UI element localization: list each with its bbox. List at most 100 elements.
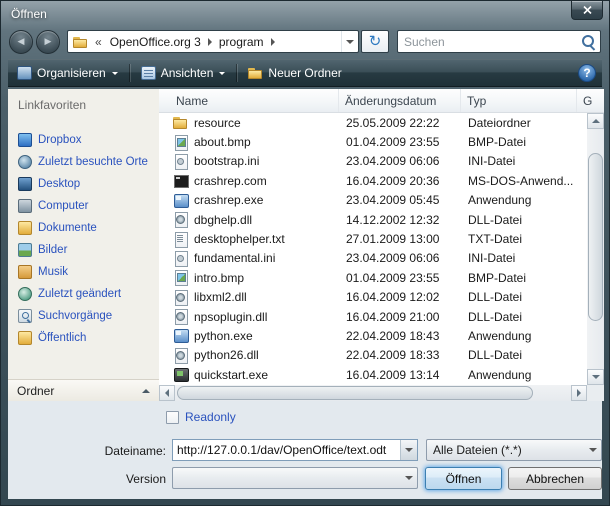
sidebar-item-public[interactable]: Öffentlich — [8, 327, 159, 349]
scroll-right-button[interactable] — [571, 385, 587, 401]
sidebar-item-dropbox[interactable]: Dropbox — [8, 129, 159, 151]
file-date: 01.04.2009 23:55 — [340, 135, 462, 149]
file-row[interactable]: crashrep.com 16.04.2009 20:36 MS-DOS-Anw… — [159, 171, 587, 190]
search-icon[interactable] — [578, 32, 600, 52]
breadcrumb[interactable]: « OpenOffice.org 3 program — [67, 30, 359, 53]
breadcrumb-item-openoffice[interactable]: OpenOffice.org 3 — [105, 35, 206, 49]
breadcrumb-item-program[interactable]: program — [214, 35, 269, 49]
new-folder-icon — [248, 66, 263, 80]
scroll-left-button[interactable] — [159, 385, 175, 401]
exe-file-icon — [173, 328, 188, 343]
sidebar-item-documents[interactable]: Dokumente — [8, 217, 159, 239]
file-date: 23.04.2009 05:45 — [340, 193, 462, 207]
forward-button[interactable]: ▶ — [36, 30, 60, 54]
new-folder-button[interactable]: Neuer Ordner — [239, 61, 350, 85]
file-row[interactable]: python26.dll 22.04.2009 18:33 DLL-Datei — [159, 346, 587, 365]
file-row[interactable]: resource 25.05.2009 22:22 Dateiordner — [159, 113, 587, 132]
sidebar-item-recent-places[interactable]: Zuletzt besuchte Orte — [8, 151, 159, 173]
file-date: 23.04.2009 06:06 — [340, 251, 462, 265]
address-dropdown-button[interactable] — [341, 31, 358, 52]
open-button[interactable]: Öffnen — [425, 467, 502, 490]
titlebar[interactable]: Öffnen — [1, 1, 609, 27]
quickstart-exe-icon — [173, 367, 188, 382]
file-name: libxml2.dll — [194, 290, 340, 304]
column-headers: Name Änderungsdatum Typ G — [159, 89, 604, 113]
filetype-value: Alle Dateien (*.*) — [427, 443, 584, 457]
file-type: DLL-Datei — [462, 213, 587, 227]
vertical-scroll-thumb[interactable] — [588, 153, 603, 321]
breadcrumb-separator-icon — [208, 38, 212, 46]
file-row[interactable]: desktophelper.txt 27.01.2009 13:00 TXT-D… — [159, 229, 587, 248]
chevron-up-icon — [142, 389, 150, 393]
version-dropdown-button[interactable] — [400, 468, 417, 488]
sidebar-item-computer[interactable]: Computer — [8, 195, 159, 217]
desktop-icon — [18, 177, 32, 191]
file-type: INI-Datei — [462, 154, 587, 168]
version-dropdown[interactable] — [172, 467, 418, 489]
file-row[interactable]: python.exe 22.04.2009 18:43 Anwendung — [159, 326, 587, 345]
search-input[interactable] — [398, 35, 578, 49]
organize-button[interactable]: Organisieren — [8, 61, 127, 85]
sidebar-item-desktop[interactable]: Desktop — [8, 173, 159, 195]
recent-places-icon — [18, 155, 32, 169]
vertical-scrollbar[interactable] — [587, 113, 604, 385]
file-type: Anwendung — [462, 368, 587, 382]
column-header-size[interactable]: G — [577, 89, 604, 112]
bmp-file-icon — [173, 135, 188, 150]
horizontal-scrollbar[interactable] — [159, 385, 587, 401]
file-row[interactable]: intro.bmp 01.04.2009 23:55 BMP-Datei — [159, 268, 587, 287]
cancel-button[interactable]: Abbrechen — [508, 467, 602, 490]
views-label: Ansichten — [161, 66, 214, 80]
back-button[interactable]: ◀ — [9, 30, 33, 54]
column-header-name[interactable]: Name — [159, 89, 339, 112]
sidebar-item-searches[interactable]: Suchvorgänge — [8, 305, 159, 327]
file-name: bootstrap.ini — [194, 154, 340, 168]
arrow-right-icon — [577, 389, 581, 397]
file-row[interactable]: libxml2.dll 16.04.2009 12:02 DLL-Datei — [159, 288, 587, 307]
sidebar-item-pictures[interactable]: Bilder — [8, 239, 159, 261]
file-row[interactable]: crashrep.exe 23.04.2009 05:45 Anwendung — [159, 191, 587, 210]
file-row[interactable]: dbghelp.dll 14.12.2002 12:32 DLL-Datei — [159, 210, 587, 229]
file-row[interactable]: fundamental.ini 23.04.2009 06:06 INI-Dat… — [159, 249, 587, 268]
refresh-button[interactable]: ↻ — [361, 30, 389, 53]
toolbar-separator — [129, 64, 130, 82]
views-button[interactable]: Ansichten — [132, 61, 235, 85]
filename-dropdown-button[interactable] — [400, 440, 417, 460]
help-icon: ? — [583, 66, 590, 80]
file-type: BMP-Datei — [462, 135, 587, 149]
file-date: 16.04.2009 21:00 — [340, 310, 462, 324]
txt-file-icon — [173, 232, 188, 247]
column-header-date[interactable]: Änderungsdatum — [339, 89, 461, 112]
scroll-up-button[interactable] — [587, 113, 604, 129]
file-name: quickstart.exe — [194, 368, 340, 382]
organize-icon — [17, 66, 32, 80]
scroll-down-button[interactable] — [587, 369, 604, 385]
sidebar-item-recently-changed[interactable]: Zuletzt geändert — [8, 283, 159, 305]
sidebar-item-music[interactable]: Musik — [8, 261, 159, 283]
filename-input[interactable] — [173, 440, 400, 460]
computer-icon — [18, 199, 32, 213]
folders-expander[interactable]: Ordner — [8, 379, 159, 401]
file-row[interactable]: about.bmp 01.04.2009 23:55 BMP-Datei — [159, 132, 587, 151]
favorites-list: Dropbox Zuletzt besuchte Orte Desktop Co… — [8, 129, 159, 349]
column-header-type[interactable]: Typ — [461, 89, 577, 112]
sidebar-item-label: Computer — [38, 200, 89, 212]
filetype-dropdown[interactable]: Alle Dateien (*.*) — [426, 439, 602, 461]
help-button[interactable]: ? — [578, 64, 596, 82]
collapsed-crumbs-chevron[interactable]: « — [92, 35, 105, 49]
horizontal-scroll-thumb[interactable] — [177, 386, 533, 400]
file-row[interactable]: quickstart.exe 16.04.2009 13:14 Anwendun… — [159, 365, 587, 384]
sidebar-item-label: Musik — [38, 266, 68, 278]
close-button[interactable] — [571, 1, 603, 20]
file-list: Name Änderungsdatum Typ G resource 25.05… — [159, 89, 604, 401]
file-row[interactable]: bootstrap.ini 23.04.2009 06:06 INI-Datei — [159, 152, 587, 171]
searches-icon — [18, 309, 32, 323]
file-row[interactable]: npsoplugin.dll 16.04.2009 21:00 DLL-Date… — [159, 307, 587, 326]
readonly-checkbox[interactable] — [166, 411, 179, 424]
file-date: 16.04.2009 20:36 — [340, 174, 462, 188]
window-title: Öffnen — [11, 7, 47, 21]
sidebar-item-label: Dropbox — [38, 134, 81, 146]
chevron-down-icon — [346, 40, 354, 44]
current-folder-icon — [73, 35, 88, 49]
filetype-dropdown-button[interactable] — [584, 440, 601, 460]
